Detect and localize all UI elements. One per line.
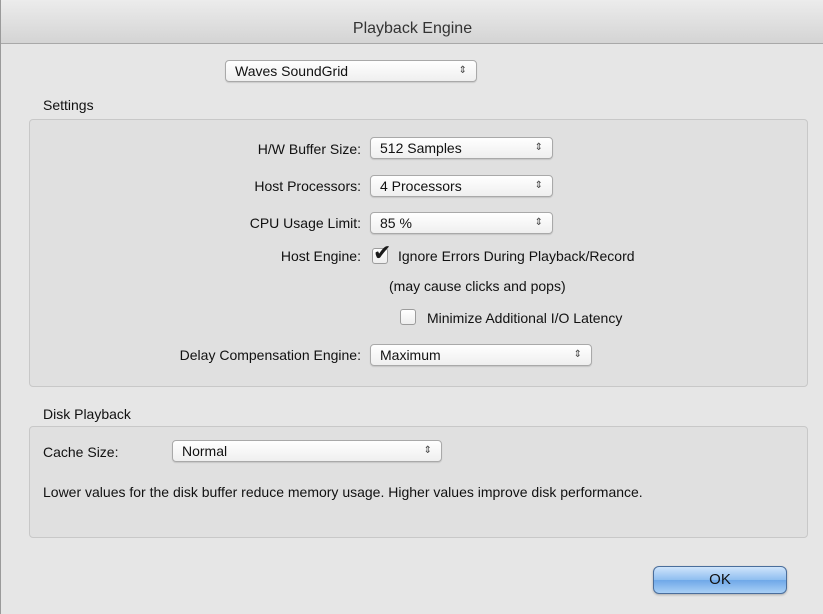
delay-comp-select[interactable]: Maximum ⇕ xyxy=(370,344,592,366)
window-title: Playback Engine xyxy=(352,20,473,37)
ignore-errors-note: (may cause clicks and pops) xyxy=(389,278,566,294)
settings-section-title: Settings xyxy=(43,97,94,113)
minimize-latency-checkbox[interactable] xyxy=(400,309,416,325)
cache-size-select[interactable]: Normal ⇕ xyxy=(172,440,442,462)
host-processors-select-value: 4 Processors xyxy=(380,178,462,194)
delay-comp-label: Delay Compensation Engine: xyxy=(179,347,361,363)
chevron-updown-icon: ⇕ xyxy=(534,217,543,228)
chevron-updown-icon: ⇕ xyxy=(534,142,543,153)
cpu-limit-select[interactable]: 85 % ⇕ xyxy=(370,212,553,234)
minimize-latency-label[interactable]: Minimize Additional I/O Latency xyxy=(427,309,622,327)
playback-engine-window: Playback Engine Waves SoundGrid ⇕ Settin… xyxy=(0,0,823,614)
chevron-updown-icon: ⇕ xyxy=(423,445,432,456)
cache-size-label: Cache Size: xyxy=(43,444,119,460)
ignore-errors-checkbox[interactable]: ✔ xyxy=(372,241,391,266)
chevron-updown-icon: ⇕ xyxy=(534,180,543,191)
cpu-limit-select-value: 85 % xyxy=(380,215,412,231)
ignore-errors-label[interactable]: Ignore Errors During Playback/Record xyxy=(398,247,635,265)
disk-description: Lower values for the disk buffer reduce … xyxy=(43,484,643,500)
hw-buffer-select-value: 512 Samples xyxy=(380,140,462,156)
cache-size-select-value: Normal xyxy=(182,443,228,459)
cpu-limit-label: CPU Usage Limit: xyxy=(249,215,361,231)
disk-section-title: Disk Playback xyxy=(43,406,131,422)
host-processors-label: Host Processors: xyxy=(254,178,361,194)
chevron-updown-icon: ⇕ xyxy=(573,349,582,360)
host-processors-select[interactable]: 4 Processors ⇕ xyxy=(370,175,553,197)
host-engine-label: Host Engine: xyxy=(280,248,361,264)
hw-buffer-select[interactable]: 512 Samples ⇕ xyxy=(370,137,553,159)
title-bar[interactable]: Playback Engine xyxy=(1,0,823,44)
checkmark-icon: ✔ xyxy=(373,241,392,266)
delay-comp-select-value: Maximum xyxy=(380,347,441,363)
playback-engine-select[interactable]: Waves SoundGrid ⇕ xyxy=(225,60,477,82)
ok-button[interactable]: OK xyxy=(653,566,787,594)
chevron-updown-icon: ⇕ xyxy=(458,65,467,76)
hw-buffer-label: H/W Buffer Size: xyxy=(257,141,361,157)
playback-engine-select-value: Waves SoundGrid xyxy=(235,63,349,79)
